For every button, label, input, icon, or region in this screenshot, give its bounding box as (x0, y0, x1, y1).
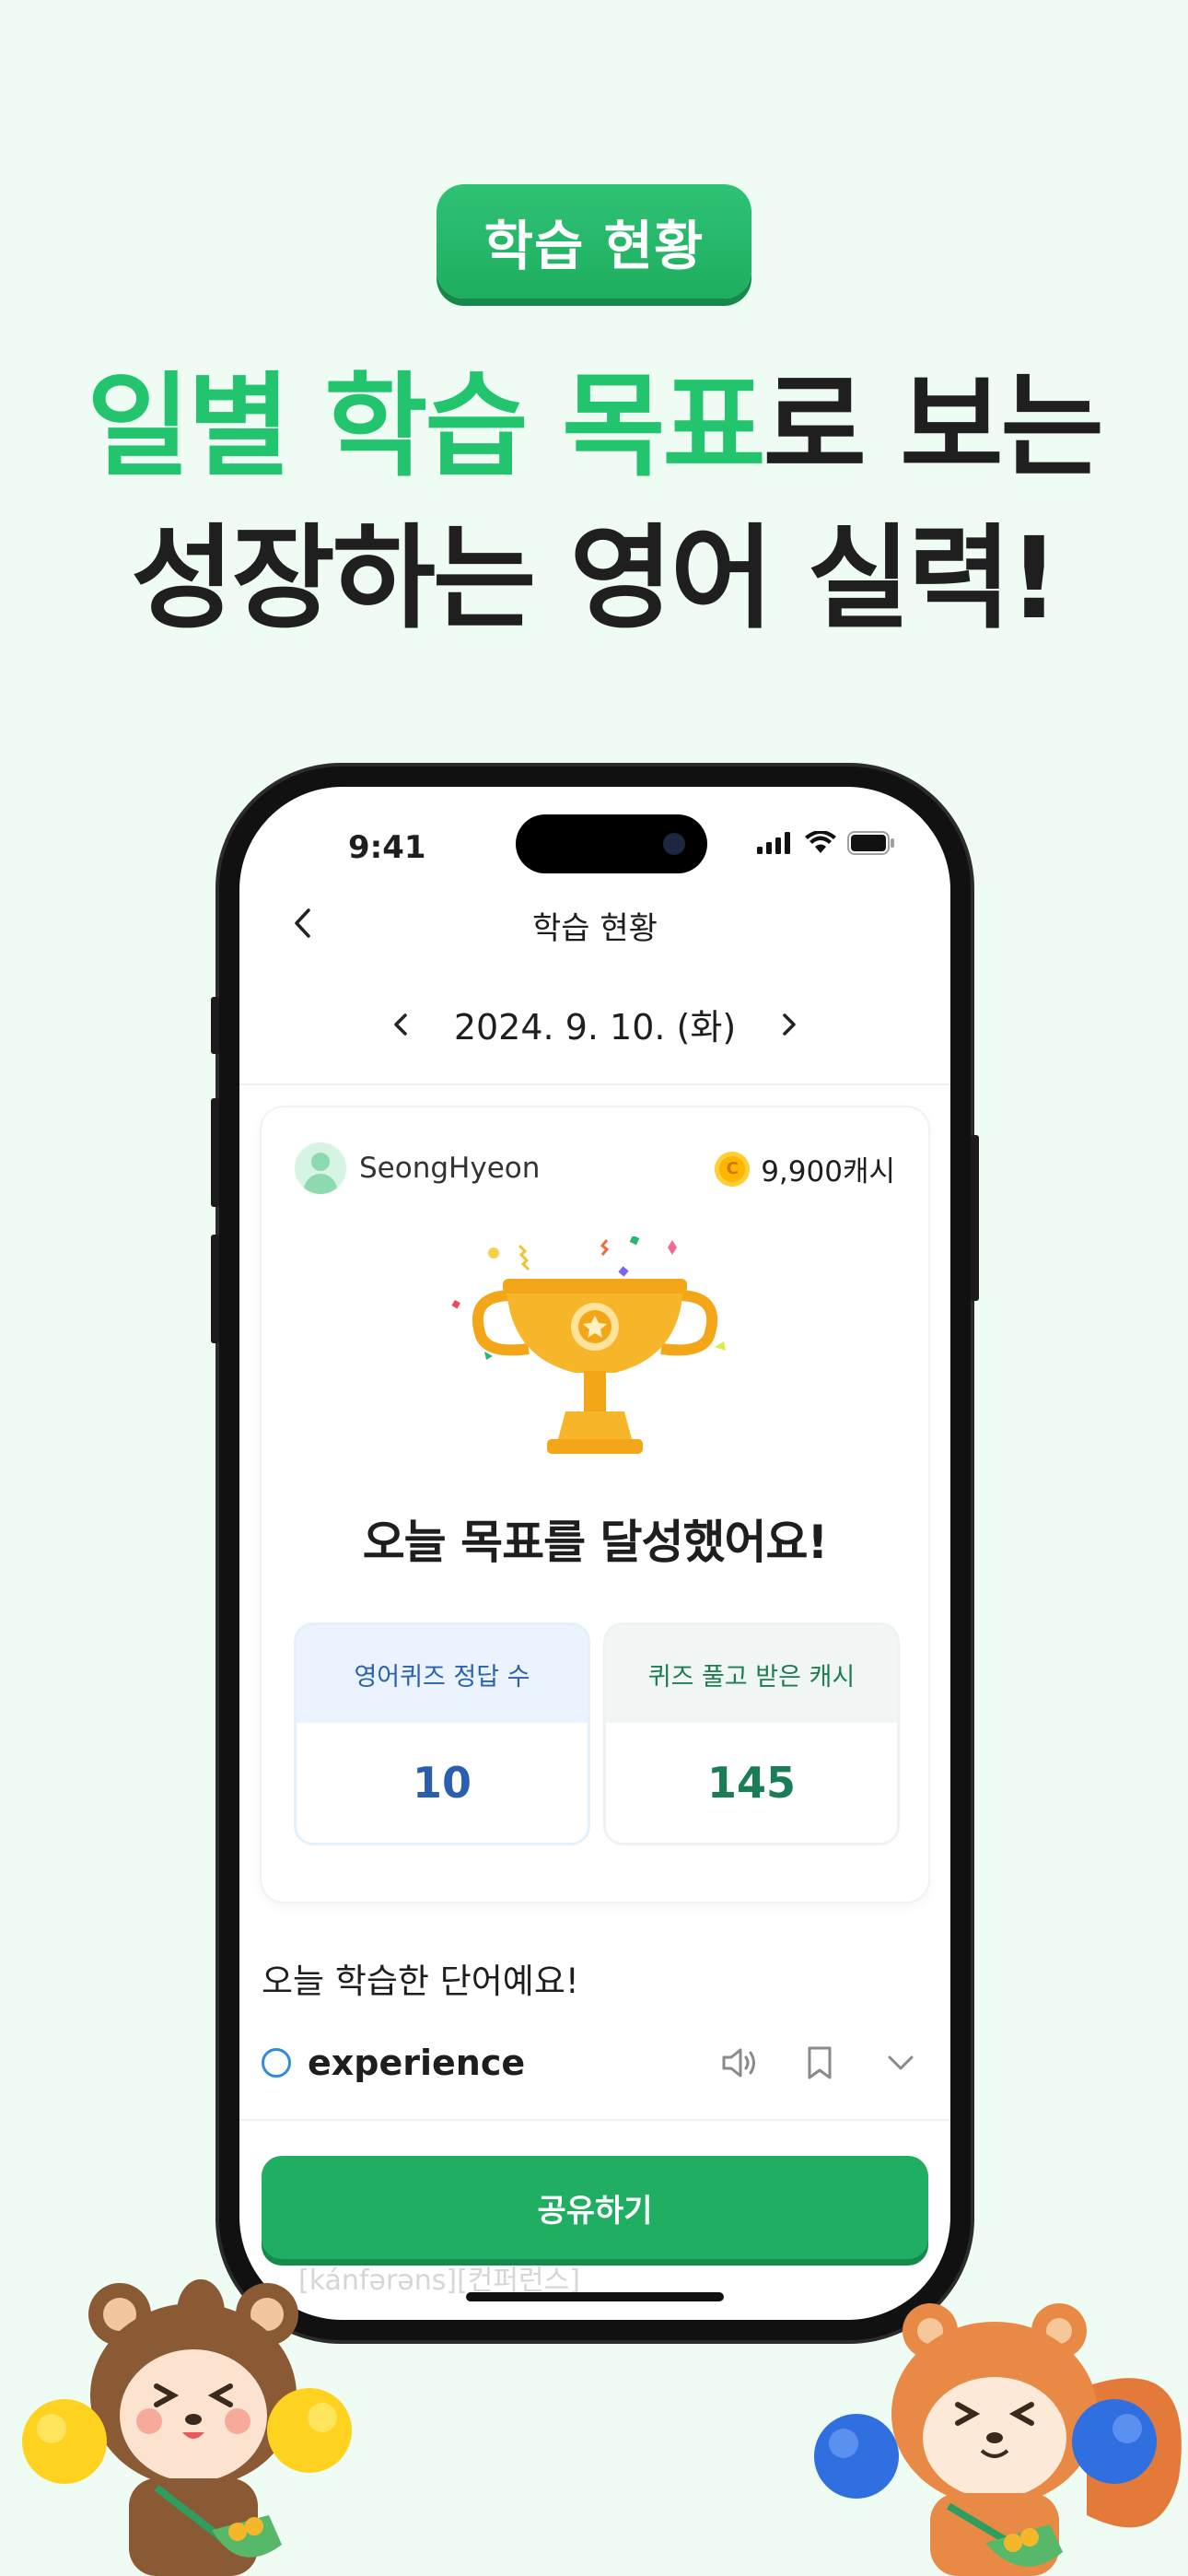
achievement-card: SeongHyeon C 9,900캐시 오늘 목표를 달성했어요! 영어퀴즈 … (262, 1107, 928, 1902)
header-divider (239, 1083, 950, 1085)
home-indicator (466, 2292, 724, 2301)
phone-frame: 9:41 학습 현황 2024. 9. 10. (화) SeongHyeon C… (211, 767, 979, 2340)
date-selector: 2024. 9. 10. (화) (239, 999, 950, 1049)
quiz-cash-stat: 퀴즈 풀고 받은 캐시 145 (606, 1625, 897, 1843)
chipmunk-mascot (22, 2279, 352, 2576)
word-text: experience (308, 2043, 526, 2083)
date-label: 2024. 9. 10. (화) (453, 1007, 737, 1048)
share-button[interactable]: 공유하기 (262, 2156, 928, 2259)
bookmark-button[interactable] (792, 2035, 847, 2090)
expand-button[interactable] (873, 2035, 928, 2090)
squirrel-mascot (814, 2303, 1182, 2576)
coin-icon: C (715, 1151, 751, 1187)
headline-rest: 로 보는 (763, 361, 1104, 492)
nav-title: 학습 현황 (532, 910, 658, 947)
signal-icon (757, 832, 790, 854)
word-checkbox[interactable] (262, 2048, 291, 2078)
bookmark-icon (808, 2046, 832, 2079)
next-date-button[interactable] (769, 1004, 809, 1045)
trophy-icon (451, 1236, 726, 1454)
prev-date-button[interactable] (380, 1004, 421, 1045)
side-button-volume-up (211, 1098, 219, 1207)
headline-highlight: 일별 학습 목표 (87, 361, 765, 492)
cash-balance: C 9,900캐시 (715, 1148, 895, 1189)
chevron-left-icon (394, 1013, 407, 1036)
stat-value: 145 (706, 1758, 797, 1808)
chevron-right-icon (783, 1013, 796, 1036)
battery-icon (847, 831, 894, 855)
username: SeongHyeon (359, 1152, 541, 1185)
section-badge: 학습 현황 (437, 184, 751, 299)
cash-amount: 9,900캐시 (761, 1155, 895, 1188)
stat-label: 퀴즈 풀고 받은 캐시 (606, 1625, 897, 1723)
phone-screen: 9:41 학습 현황 2024. 9. 10. (화) SeongHyeon C… (239, 787, 950, 2320)
avatar (295, 1142, 346, 1194)
user-info: SeongHyeon (295, 1142, 540, 1194)
dynamic-island (516, 814, 707, 873)
chevron-down-icon (888, 2055, 914, 2070)
speaker-button[interactable] (711, 2035, 766, 2090)
words-divider (239, 2119, 950, 2121)
speaker-icon (722, 2048, 755, 2078)
stat-label: 영어퀴즈 정답 수 (297, 1625, 588, 1723)
stat-value: 10 (412, 1758, 472, 1808)
status-icons (757, 831, 895, 855)
list-item[interactable]: experience (262, 2031, 928, 2095)
quiz-correct-stat: 영어퀴즈 정답 수 10 (297, 1625, 588, 1843)
goal-message: 오늘 목표를 달성했어요! (362, 1516, 829, 1569)
words-section-title: 오늘 학습한 단어예요! (262, 1961, 579, 2001)
wifi-icon (805, 831, 836, 853)
side-button-action (211, 997, 219, 1054)
headline-line-1: 일별 학습 목표로 보는 (0, 370, 1188, 483)
side-button-volume-down (211, 1235, 219, 1343)
side-button-power (971, 1135, 979, 1301)
headline-line-2: 성장하는 영어 실력! (131, 513, 1060, 644)
status-time: 9:41 (348, 829, 426, 866)
